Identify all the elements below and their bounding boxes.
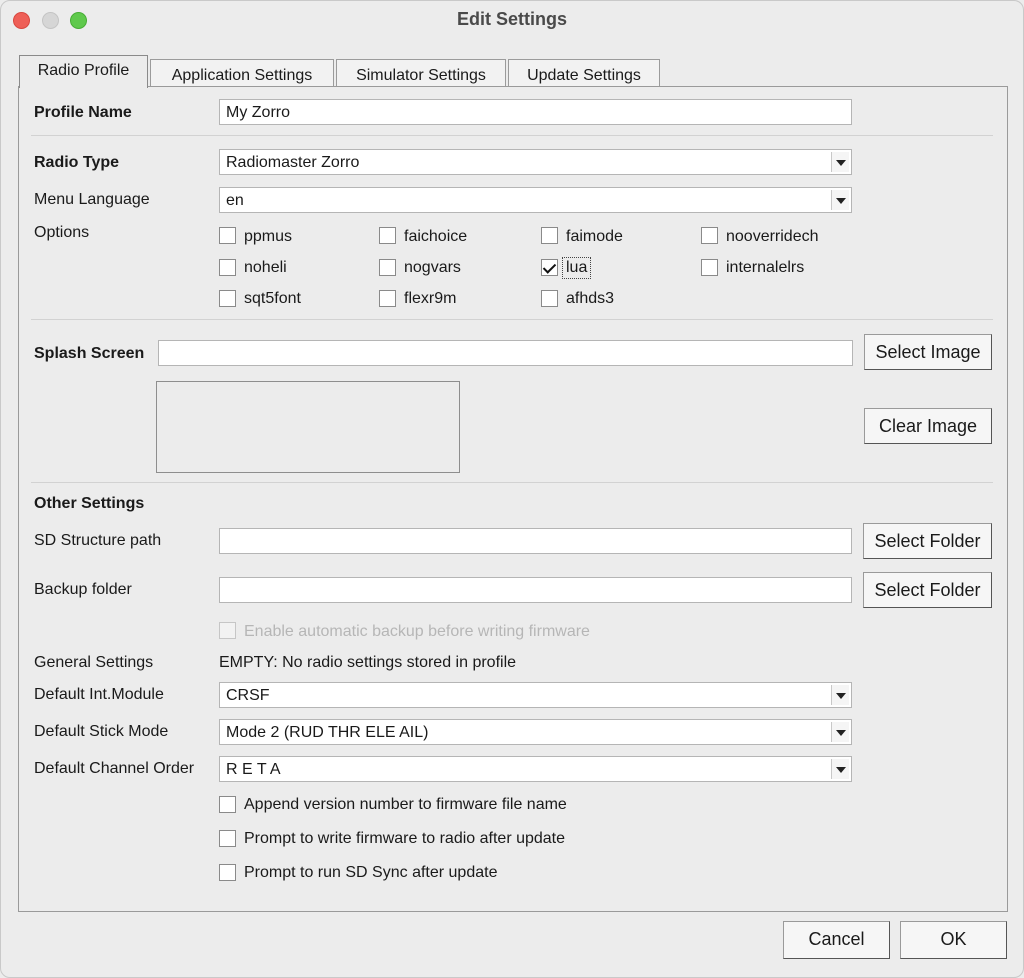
default-channel-order-label: Default Channel Order xyxy=(34,760,195,777)
default-channel-order-select[interactable]: R E T A xyxy=(219,756,852,782)
option-faichoice-label: faichoice xyxy=(404,228,468,245)
splash-screen-input[interactable] xyxy=(158,340,853,366)
option-nogvars-checkbox[interactable] xyxy=(379,259,396,276)
sd-structure-path-input[interactable] xyxy=(219,528,852,554)
default-int-module-select[interactable]: CRSF xyxy=(219,682,852,708)
clear-image-button[interactable]: Clear Image xyxy=(864,408,992,444)
tab-update-settings[interactable]: Update Settings xyxy=(508,59,660,87)
prompt-write-firmware-checkbox[interactable] xyxy=(219,830,236,847)
append-version-label: Append version number to firmware file n… xyxy=(244,796,567,813)
chevron-down-icon xyxy=(831,759,849,779)
option-ppmus-checkbox[interactable] xyxy=(219,227,236,244)
option-ppmus-label: ppmus xyxy=(244,228,293,245)
option-faimode-checkbox[interactable] xyxy=(541,227,558,244)
tab-radio-profile[interactable]: Radio Profile xyxy=(19,55,148,88)
sd-structure-path-label: SD Structure path xyxy=(34,532,162,549)
profile-name-label: Profile Name xyxy=(34,104,132,121)
backup-folder-label: Backup folder xyxy=(34,581,132,598)
option-lua-label: lua xyxy=(561,257,592,279)
menu-language-select[interactable]: en xyxy=(219,187,852,213)
default-int-module-label: Default Int.Module xyxy=(34,686,164,703)
option-sqt5font-label: sqt5font xyxy=(244,290,301,307)
general-settings-value: EMPTY: No radio settings stored in profi… xyxy=(219,654,517,671)
auto-backup-label: Enable automatic backup before writing f… xyxy=(244,623,590,640)
select-image-button[interactable]: Select Image xyxy=(864,334,992,370)
prompt-sd-sync-label: Prompt to run SD Sync after update xyxy=(244,864,498,881)
radio-type-label: Radio Type xyxy=(34,154,120,171)
divider xyxy=(31,319,993,320)
default-stick-mode-label: Default Stick Mode xyxy=(34,723,169,740)
chevron-down-icon xyxy=(831,685,849,705)
option-noheli-checkbox[interactable] xyxy=(219,259,236,276)
option-nogvars-label: nogvars xyxy=(404,259,461,276)
divider xyxy=(31,482,993,483)
chevron-down-icon xyxy=(831,152,849,172)
chevron-down-icon xyxy=(831,722,849,742)
divider xyxy=(31,135,993,136)
option-flexr9m-label: flexr9m xyxy=(404,290,457,307)
prompt-write-firmware-label: Prompt to write firmware to radio after … xyxy=(244,830,566,847)
default-stick-mode-value: Mode 2 (RUD THR ELE AIL) xyxy=(226,724,429,741)
other-settings-heading: Other Settings xyxy=(34,495,145,512)
select-sd-folder-button[interactable]: Select Folder xyxy=(863,523,992,559)
title-bar: Edit Settings xyxy=(1,1,1023,39)
prompt-sd-sync-checkbox[interactable] xyxy=(219,864,236,881)
radio-type-value: Radiomaster Zorro xyxy=(226,154,360,171)
splash-screen-label: Splash Screen xyxy=(34,345,145,362)
select-backup-folder-button[interactable]: Select Folder xyxy=(863,572,992,608)
option-sqt5font-checkbox[interactable] xyxy=(219,290,236,307)
window-title: Edit Settings xyxy=(456,9,567,29)
profile-name-input[interactable]: My Zorro xyxy=(219,99,852,125)
options-label: Options xyxy=(34,224,90,241)
option-afhds3-checkbox[interactable] xyxy=(541,290,558,307)
option-faichoice-checkbox[interactable] xyxy=(379,227,396,244)
radio-type-select[interactable]: Radiomaster Zorro xyxy=(219,149,852,175)
option-afhds3-label: afhds3 xyxy=(566,290,615,307)
splash-image-preview xyxy=(156,381,460,473)
ok-button[interactable]: OK xyxy=(900,921,1007,959)
option-nooverridech-checkbox[interactable] xyxy=(701,227,718,244)
menu-language-value: en xyxy=(226,192,244,209)
backup-folder-input[interactable] xyxy=(219,577,852,603)
edit-settings-window: Edit Settings Radio Profile Application … xyxy=(0,0,1024,978)
chevron-down-icon xyxy=(831,190,849,210)
tab-application-settings[interactable]: Application Settings xyxy=(150,59,334,87)
option-faimode-label: faimode xyxy=(566,228,623,245)
default-stick-mode-select[interactable]: Mode 2 (RUD THR ELE AIL) xyxy=(219,719,852,745)
tab-simulator-settings[interactable]: Simulator Settings xyxy=(336,59,506,87)
auto-backup-checkbox[interactable] xyxy=(219,622,236,639)
option-noheli-label: noheli xyxy=(244,259,287,276)
general-settings-label: General Settings xyxy=(34,654,154,671)
option-internalelrs-checkbox[interactable] xyxy=(701,259,718,276)
append-version-checkbox[interactable] xyxy=(219,796,236,813)
menu-language-label: Menu Language xyxy=(34,191,150,208)
option-internalelrs-label: internalelrs xyxy=(726,259,805,276)
default-channel-order-value: R E T A xyxy=(226,761,281,778)
option-nooverridech-label: nooverridech xyxy=(726,228,819,245)
option-flexr9m-checkbox[interactable] xyxy=(379,290,396,307)
cancel-button[interactable]: Cancel xyxy=(783,921,890,959)
option-lua-checkbox[interactable] xyxy=(541,259,558,276)
default-int-module-value: CRSF xyxy=(226,687,270,704)
